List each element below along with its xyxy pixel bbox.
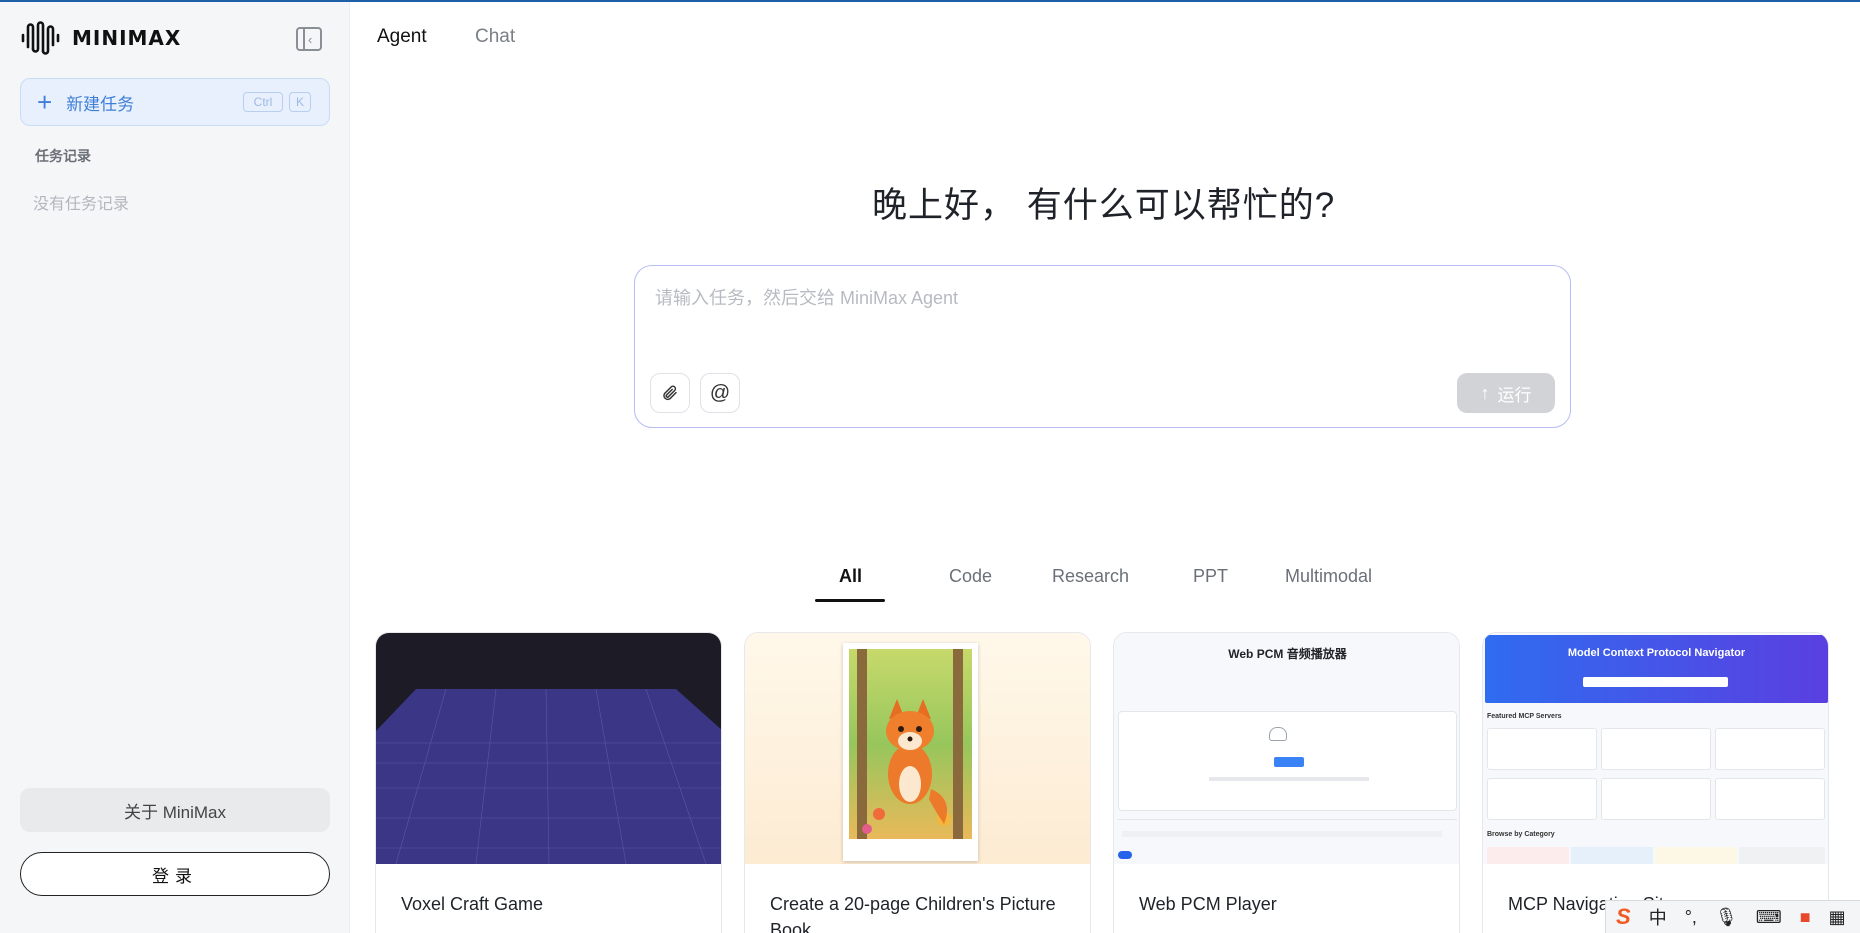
thumb-heading: Web PCM 音频播放器 bbox=[1228, 647, 1347, 661]
category-tab-all[interactable]: All bbox=[839, 566, 862, 587]
mention-button[interactable]: @ bbox=[700, 373, 740, 413]
new-task-label: 新建任务 bbox=[66, 94, 135, 114]
card-thumbnail bbox=[376, 633, 721, 864]
card-thumbnail: Web PCM 音频播放器 bbox=[1114, 633, 1459, 864]
sogou-logo-icon[interactable]: S bbox=[1616, 904, 1631, 930]
toolbox-icon[interactable]: ▦ bbox=[1829, 907, 1846, 928]
example-card-web-pcm[interactable]: Web PCM 音频播放器 Web PCM Player bbox=[1113, 632, 1460, 933]
ime-mode-toggle[interactable]: 中 bbox=[1649, 904, 1667, 930]
microphone-icon[interactable]: 🎙 bbox=[1715, 907, 1738, 928]
minimax-logo-icon bbox=[21, 21, 60, 55]
card-title: Create a 20-page Children's Picture Book bbox=[770, 894, 1056, 933]
run-label: 运行 bbox=[1497, 385, 1532, 405]
task-history-empty: 没有任务记录 bbox=[33, 196, 130, 213]
keyboard-icon[interactable]: ⌨ bbox=[1756, 907, 1782, 928]
book-page-image bbox=[843, 643, 978, 861]
thumb-browse-label: Browse by Category bbox=[1487, 831, 1555, 838]
example-card-mcp-navigation[interactable]: Model Context Protocol Navigator Feature… bbox=[1482, 632, 1829, 933]
collapse-sidebar-icon bbox=[303, 29, 305, 49]
collapse-sidebar-button[interactable]: ‹ bbox=[296, 27, 322, 51]
category-tab-multimodal[interactable]: Multimodal bbox=[1285, 566, 1372, 587]
card-thumbnail bbox=[745, 633, 1090, 864]
example-card-voxel[interactable]: Voxel Craft Game bbox=[375, 632, 722, 933]
card-thumbnail: Model Context Protocol Navigator Feature… bbox=[1483, 633, 1828, 864]
tab-agent[interactable]: Agent bbox=[377, 26, 427, 48]
arrow-up-icon: ↑ bbox=[1480, 382, 1490, 403]
punctuation-icon[interactable]: °, bbox=[1685, 907, 1697, 928]
card-title: Voxel Craft Game bbox=[401, 894, 544, 914]
brand[interactable]: MINIMAX bbox=[20, 18, 181, 58]
shortcut-ctrl-key: Ctrl bbox=[243, 92, 283, 112]
sidebar: MINIMAX ‹ + 新建任务 Ctrl K 任务记录 没有任务记录 关于 M… bbox=[0, 0, 350, 933]
task-history-heading: 任务记录 bbox=[35, 148, 91, 164]
run-button[interactable]: ↑ 运行 bbox=[1457, 373, 1555, 413]
brand-name: MINIMAX bbox=[72, 26, 182, 50]
paperclip-icon bbox=[663, 385, 677, 401]
example-card-picture-book[interactable]: Create a 20-page Children's Picture Book bbox=[744, 632, 1091, 933]
at-icon: @ bbox=[709, 381, 731, 404]
thumb-heading: Model Context Protocol Navigator bbox=[1567, 647, 1746, 659]
login-button[interactable]: 登录 bbox=[20, 852, 330, 896]
new-task-button[interactable]: + 新建任务 Ctrl K bbox=[20, 78, 330, 126]
greeting-heading: 晚上好， 有什么可以帮忙的? bbox=[872, 186, 1336, 225]
task-composer: @ ↑ 运行 bbox=[634, 265, 1571, 428]
category-tab-code[interactable]: Code bbox=[949, 566, 992, 587]
tab-chat[interactable]: Chat bbox=[475, 26, 515, 48]
about-button[interactable]: 关于 MiniMax bbox=[20, 788, 330, 832]
attach-button[interactable] bbox=[650, 373, 690, 413]
card-title: Web PCM Player bbox=[1139, 894, 1277, 914]
plus-icon: + bbox=[37, 87, 53, 117]
window-top-border bbox=[0, 0, 1860, 2]
task-input[interactable] bbox=[655, 288, 1515, 309]
thumb-featured-label: Featured MCP Servers bbox=[1487, 713, 1562, 720]
chevron-left-icon: ‹ bbox=[308, 31, 313, 47]
active-tab-indicator bbox=[815, 599, 885, 602]
ime-toolbar: S 中 °, 🎙 ⌨ ■ ▦ bbox=[1605, 900, 1860, 933]
category-tab-research[interactable]: Research bbox=[1052, 566, 1129, 587]
category-tab-ppt[interactable]: PPT bbox=[1193, 566, 1228, 587]
skin-icon[interactable]: ■ bbox=[1800, 907, 1811, 928]
shortcut-k-key: K bbox=[289, 92, 311, 112]
